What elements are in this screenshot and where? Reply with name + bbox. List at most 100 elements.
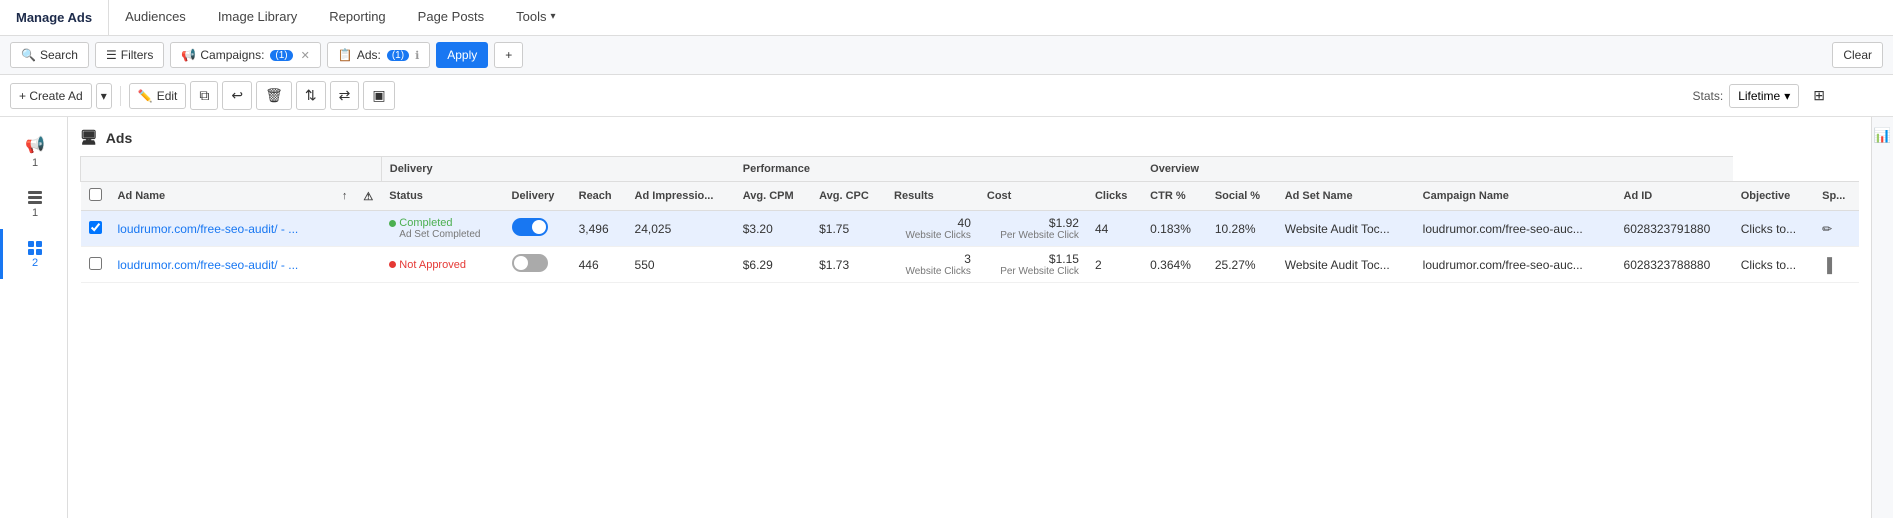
campaign-icon: 📢: [25, 135, 45, 155]
move-button[interactable]: ⇄: [330, 81, 360, 110]
select-all-checkbox[interactable]: [89, 188, 102, 201]
tab-audiences[interactable]: Audiences: [109, 0, 202, 35]
sort-button[interactable]: ⇅: [296, 81, 326, 110]
tab-page-posts[interactable]: Page Posts: [402, 0, 501, 35]
row2-cpm-cell: $6.29: [735, 247, 811, 283]
row1-delivery-cell[interactable]: [504, 211, 571, 247]
row1-ad-name[interactable]: loudrumor.com/free-seo-audit/ - ...: [118, 222, 299, 236]
sidebar-item-ads[interactable]: 2: [0, 229, 67, 279]
th-ctr[interactable]: CTR %: [1142, 182, 1207, 211]
search-icon: 🔍: [21, 48, 36, 62]
row2-checkbox[interactable]: [89, 257, 102, 270]
row1-status-cell: Completed Ad Set Completed: [381, 211, 503, 247]
create-ad-button[interactable]: + Create Ad: [10, 83, 92, 109]
th-avg-cpc[interactable]: Avg. CPC: [811, 182, 886, 211]
tab-tools[interactable]: Tools ▾: [500, 0, 571, 35]
app-title: Manage Ads: [0, 0, 109, 35]
bar-chart-icon[interactable]: ▐: [1822, 257, 1832, 273]
row1-campaign-name-cell: loudrumor.com/free-seo-auc...: [1415, 211, 1616, 247]
table-row: loudrumor.com/free-seo-audit/ - ... Not …: [81, 247, 1860, 283]
create-ad-dropdown-button[interactable]: ▾: [96, 83, 112, 109]
th-campaign-name[interactable]: Campaign Name: [1415, 182, 1616, 211]
stats-area: Stats: Lifetime ▾ ⊞: [1693, 82, 1833, 109]
th-ad-set-name[interactable]: Ad Set Name: [1277, 182, 1415, 211]
duplicate-button[interactable]: ⧉: [190, 81, 218, 110]
th-sort-up[interactable]: ↑: [334, 182, 356, 211]
chart-icon[interactable]: 📊: [1874, 127, 1891, 144]
sort-icon: ⇅: [305, 87, 317, 104]
row1-sort-cell: [334, 211, 356, 247]
row1-delivery-toggle[interactable]: [512, 218, 548, 236]
ads-table-body: loudrumor.com/free-seo-audit/ - ... Comp…: [81, 211, 1860, 283]
search-button[interactable]: 🔍 Search: [10, 42, 89, 68]
delete-button[interactable]: 🗑: [256, 81, 292, 110]
ads-nav-icon: [27, 239, 43, 255]
row2-objective-cell: Clicks to...: [1733, 247, 1814, 283]
content-area: 🖥 Ads Delivery Performance Overview: [68, 117, 1871, 518]
th-clicks[interactable]: Clicks: [1087, 182, 1142, 211]
section-header: 🖥 Ads: [80, 129, 1859, 146]
clear-button[interactable]: Clear: [1832, 42, 1883, 68]
th-status[interactable]: Status: [381, 182, 503, 211]
row1-status-sub: Ad Set Completed: [399, 229, 495, 240]
th-objective[interactable]: Objective: [1733, 182, 1814, 211]
separator: [120, 86, 121, 106]
th-avg-cpm[interactable]: Avg. CPM: [735, 182, 811, 211]
th-social[interactable]: Social %: [1207, 182, 1277, 211]
info-icon: ℹ: [415, 49, 419, 62]
th-reach[interactable]: Reach: [571, 182, 627, 211]
row2-status: Not Approved: [389, 259, 495, 271]
add-filter-button[interactable]: +: [494, 42, 523, 68]
th-ad-impressions[interactable]: Ad Impressio...: [627, 182, 735, 211]
row1-checkbox[interactable]: [89, 221, 102, 234]
columns-icon: ⊞: [1813, 87, 1825, 104]
row1-status-dot: [389, 220, 396, 227]
th-ad-id[interactable]: Ad ID: [1616, 182, 1733, 211]
monitor-icon: 🖥: [80, 129, 98, 146]
ads-filter-button[interactable]: 📋 Ads: (1) ℹ: [327, 42, 430, 68]
row2-impressions-cell: 550: [627, 247, 735, 283]
row1-cpc-cell: $1.75: [811, 211, 886, 247]
row1-checkbox-cell[interactable]: [81, 211, 110, 247]
th-ad-name[interactable]: Ad Name: [110, 182, 334, 211]
action-bar: + Create Ad ▾ ✏️ Edit ⧉ ↩ 🗑 ⇅ ⇄ ▣ Stats:…: [0, 75, 1893, 117]
undo-icon: ↩: [231, 87, 243, 104]
row2-reach-cell: 446: [571, 247, 627, 283]
sidebar-item-adsets[interactable]: 1: [0, 179, 67, 229]
row1-results-cell: 40 Website Clicks: [886, 211, 979, 247]
th-delivery[interactable]: Delivery: [504, 182, 571, 211]
filters-button[interactable]: ☰ Filters: [95, 42, 164, 68]
row2-delivery-toggle[interactable]: [512, 254, 548, 272]
campaigns-icon: 📢: [181, 48, 196, 62]
row2-delivery-cell[interactable]: [504, 247, 571, 283]
tab-reporting[interactable]: Reporting: [313, 0, 401, 35]
edit-row1-icon[interactable]: ✏: [1822, 222, 1832, 236]
th-sp[interactable]: Sp...: [1814, 182, 1859, 211]
row2-ctr-cell: 0.364%: [1142, 247, 1207, 283]
th-cost[interactable]: Cost: [979, 182, 1087, 211]
performance-group-header: Performance: [735, 157, 1142, 182]
sidebar: 📢 1 1 2: [0, 117, 68, 518]
ads-badge: (1): [387, 50, 409, 61]
undo-button[interactable]: ↩: [222, 81, 252, 110]
row2-ad-name[interactable]: loudrumor.com/free-seo-audit/ - ...: [118, 258, 299, 272]
tab-image-library[interactable]: Image Library: [202, 0, 313, 35]
move-icon: ⇄: [339, 87, 351, 104]
preview-button[interactable]: ▣: [363, 81, 394, 110]
table-row: loudrumor.com/free-seo-audit/ - ... Comp…: [81, 211, 1860, 247]
apply-button[interactable]: Apply: [436, 42, 488, 68]
row2-checkbox-cell[interactable]: [81, 247, 110, 283]
ads-table: Delivery Performance Overview Ad Name ↑ …: [80, 156, 1859, 283]
stats-lifetime-button[interactable]: Lifetime ▾: [1729, 84, 1799, 108]
th-alert[interactable]: ⚠: [355, 182, 381, 211]
campaigns-filter-button[interactable]: 📢 Campaigns: (1) ✕: [170, 42, 320, 68]
row1-cost-cell: $1.92 Per Website Click: [979, 211, 1087, 247]
row2-sp-cell: ▐: [1814, 247, 1859, 283]
close-icon[interactable]: ✕: [301, 49, 310, 62]
edit-button[interactable]: ✏️ Edit: [129, 83, 187, 109]
row1-ad-id-cell: 6028323791880: [1616, 211, 1733, 247]
th-results[interactable]: Results: [886, 182, 979, 211]
columns-button[interactable]: ⊞: [1805, 82, 1833, 109]
sidebar-item-campaigns[interactable]: 📢 1: [0, 125, 67, 179]
chevron-down-icon: ▾: [1784, 89, 1790, 103]
